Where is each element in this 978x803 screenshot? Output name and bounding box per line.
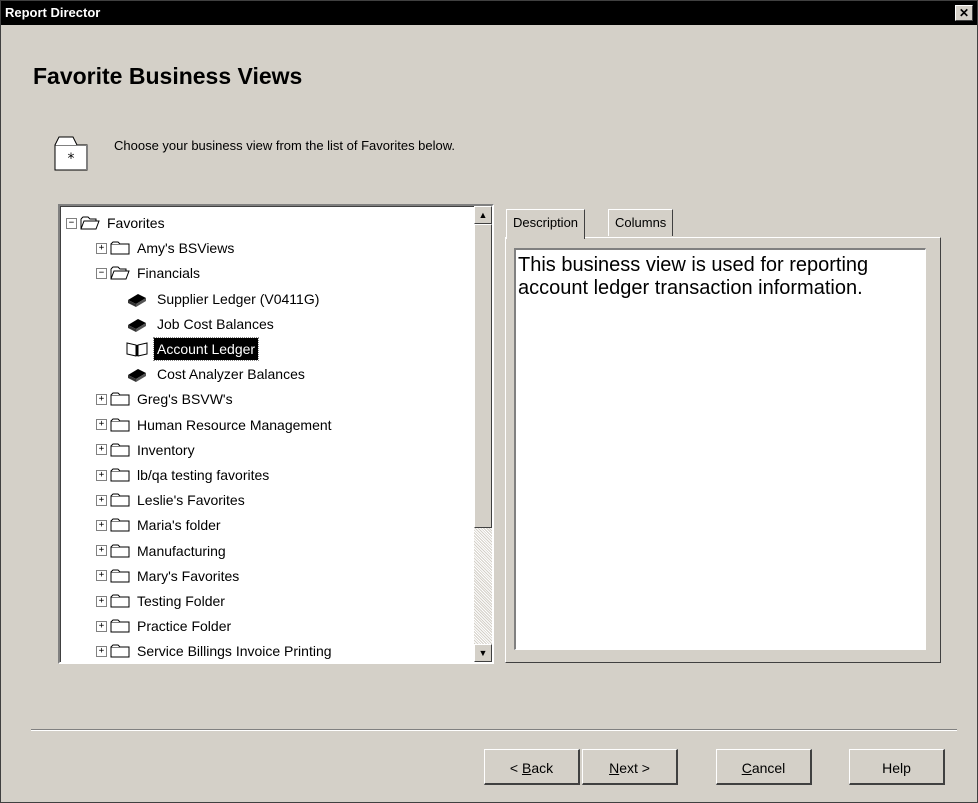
tree-item-label: Mary's Favorites [137,567,240,584]
expand-icon[interactable]: + [96,620,107,632]
business-view-book-icon [126,366,154,383]
tree-item-label: Financials [137,265,201,282]
folder-icon [110,468,134,482]
tree-item-label: Service Billings Invoice Printing [137,643,332,660]
open-folder-icon [110,266,134,280]
tree-item-label: lb/qa testing favorites [137,467,270,483]
folder-icon [110,619,134,633]
tree-item-label: Leslie's Favorites [137,492,245,509]
folder-icon [110,392,134,406]
expand-icon[interactable]: + [96,393,107,405]
tree-item-folder[interactable]: + Maria's folder [96,514,224,536]
tree-item-folder[interactable]: + Practice Folder [96,615,234,637]
expand-icon[interactable]: + [96,242,107,254]
back-accelerator: B [521,760,532,776]
tree-item-folder[interactable]: + Manufacturing [96,540,229,562]
tree-item-folder[interactable]: + Human Resource Management [96,414,335,436]
expand-icon[interactable]: + [96,519,107,531]
folder-icon [110,418,134,432]
expand-icon[interactable]: + [96,570,107,582]
tree-item-folder[interactable]: + Mary's Favorites [96,565,242,587]
description-text: This business view is used for reporting… [514,248,926,650]
business-view-book-icon [126,341,154,357]
tree-item-label: Manufacturing [137,542,226,559]
back-button[interactable]: < Back [484,749,580,785]
business-view-book-icon [126,291,154,307]
folder-icon [110,241,134,255]
folder-icon [110,569,134,583]
title-bar: Report Director ✕ [1,1,977,25]
cancel-button[interactable]: Cancel [716,749,812,785]
expand-icon[interactable]: + [96,595,107,607]
favorites-tree[interactable]: − Favorites + Amy's BSViews − Financials Suppl… [58,204,494,664]
back-prefix: < [509,760,522,776]
next-accelerator: N [609,760,620,776]
expand-icon[interactable]: + [96,469,107,481]
tree-item-view[interactable]: Job Cost Balances [126,313,277,335]
collapse-icon[interactable]: − [96,267,107,279]
tree-scrollbar[interactable]: ▲ ▼ [474,206,492,662]
next-button[interactable]: Next > [582,749,678,785]
tab-panel: This business view is used for reporting… [505,237,941,663]
tree-item-label: Practice Folder [137,618,232,635]
tab-columns[interactable]: Columns [608,209,674,236]
back-label: ack [531,760,554,776]
tree-item-folder[interactable]: − Financials [96,262,203,284]
tree-item-label: Favorites [107,215,165,231]
favorites-folder-icon: * [54,136,88,171]
tree-item-folder[interactable]: + Service Billings Invoice Printing [96,640,335,662]
window-title: Report Director [5,5,101,20]
page-title: Favorite Business Views [33,63,303,89]
tree-item-label: Job Cost Balances [157,315,274,332]
tree-item-view[interactable]: Cost Analyzer Balances [126,363,308,385]
tree-item-label: Greg's BSVW's [137,391,233,408]
tree-item-label: Account Ledger [152,337,260,361]
scroll-up-button[interactable]: ▲ [474,206,492,224]
tree-item-view[interactable]: Supplier Ledger (V0411G) [126,288,322,310]
cancel-accelerator: C [741,760,752,776]
instruction-text: Choose your business view from the list … [114,138,456,153]
tree-item-label: Amy's BSViews [137,240,235,257]
tree-item-folder[interactable]: + Greg's BSVW's [96,388,236,410]
expand-icon[interactable]: + [96,444,107,456]
expand-icon[interactable]: + [96,645,107,657]
folder-icon [110,518,134,532]
open-folder-icon [80,216,104,230]
report-director-window: Report Director ✕ Favorite Business View… [0,0,978,803]
tree-list: − Favorites + Amy's BSViews − Financials Suppl… [60,206,474,662]
tree-item-folder[interactable]: + Amy's BSViews [96,237,237,259]
tree-item-label: Human Resource Management [137,416,332,433]
folder-icon [110,493,134,507]
help-button[interactable]: Help [849,749,945,785]
expand-icon[interactable]: + [96,545,107,557]
collapse-icon[interactable]: − [66,217,77,229]
scroll-down-button[interactable]: ▼ [474,644,492,662]
business-view-book-icon [126,316,154,332]
tab-description[interactable]: Description [506,209,586,239]
tree-item-label: Testing Folder [137,593,225,609]
folder-icon [110,644,134,658]
tree-item-folder[interactable]: + Leslie's Favorites [96,489,248,511]
expand-icon[interactable]: + [96,419,107,431]
tree-item-label: Supplier Ledger (V0411G) [157,290,320,307]
tree-item-view[interactable]: Account Ledger [126,337,260,361]
tree-item-folder[interactable]: + Inventory [96,439,198,461]
button-separator [31,729,957,731]
folder-icon [110,544,134,558]
folder-icon [110,594,134,608]
tree-root-favorites[interactable]: − Favorites [66,212,168,234]
tree-item-folder[interactable]: + Testing Folder [96,590,228,612]
tree-item-folder[interactable]: + lb/qa testing favorites [96,464,272,486]
cancel-label: ancel [751,760,786,776]
folder-icon [110,443,134,457]
svg-text:*: * [68,151,75,167]
next-label: ext > [619,760,650,776]
scroll-thumb[interactable] [474,224,492,528]
close-button[interactable]: ✕ [955,5,973,21]
tree-item-label: Inventory [137,441,195,458]
expand-icon[interactable]: + [96,494,107,506]
tree-item-label: Maria's folder [137,517,221,534]
tree-item-label: Cost Analyzer Balances [157,366,305,383]
